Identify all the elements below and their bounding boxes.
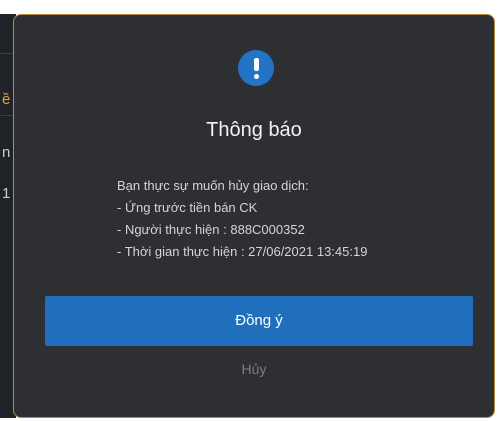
background-text-fragment: ề (2, 91, 11, 108)
exclamation-bar (254, 58, 259, 71)
cancel-button[interactable]: Hủy (14, 359, 494, 379)
message-line: Bạn thực sự muốn hủy giao dịch: (117, 178, 309, 193)
dialog-title: Thông báo (206, 119, 302, 141)
background-text-fragment: 1 (2, 185, 11, 202)
exclamation-circle-icon (238, 50, 274, 86)
exclamation-dot (254, 74, 259, 79)
message-line: - Ứng trước tiền bán CK (117, 200, 258, 215)
background-text-fragment: n (2, 144, 11, 161)
confirm-dialog: Thông báo Bạn thực sự muốn hủy giao dịch… (13, 14, 495, 418)
message-line: - Thời gian thực hiện : 27/06/2021 13:45… (117, 244, 368, 259)
dialog-message: Bạn thực sự muốn hủy giao dịch: - Ứng tr… (117, 175, 367, 263)
confirm-button[interactable]: Đồng ý (45, 296, 473, 346)
message-line: - Người thực hiện : 888C000352 (117, 222, 305, 237)
